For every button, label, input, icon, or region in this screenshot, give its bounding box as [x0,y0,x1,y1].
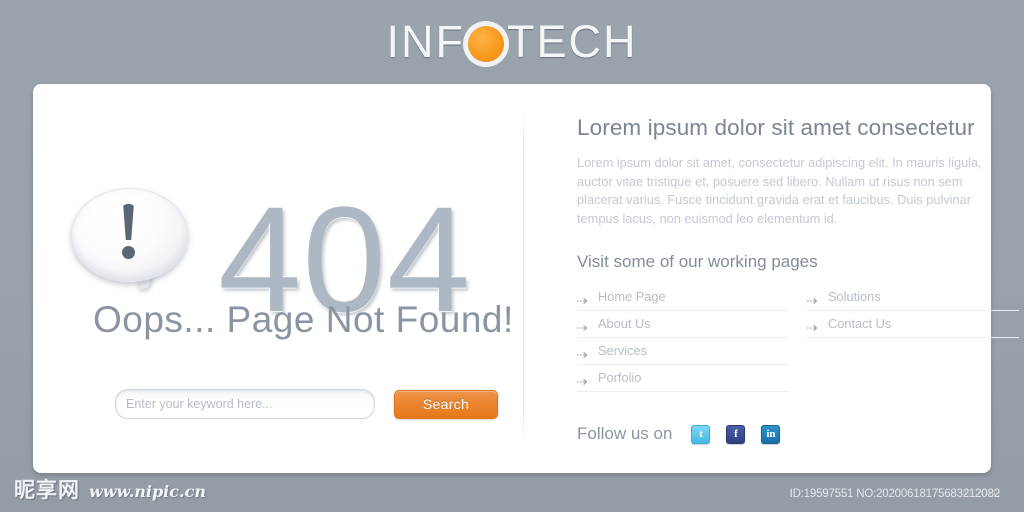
dashed-arrow-icon [807,293,818,305]
link-solutions[interactable]: Solutions [807,284,1019,312]
twitter-icon[interactable]: t [691,424,711,444]
social-icons: t f in [691,424,781,444]
link-contact-us[interactable]: Contact Us [807,311,1019,339]
follow-us-label: Follow us on [577,424,673,443]
logo-text-left: INF [386,16,465,67]
logo-text-right: TECH [507,16,638,67]
watermark-brand: 昵享网 www.nipic.cn [14,474,206,504]
error-headline: Oops... Page Not Found! [93,299,514,340]
links-column-right: Solutions Contact Us [807,284,1019,392]
links-column-left: Home Page About Us Services Porfolio [577,284,789,393]
link-home-page[interactable]: Home Page [577,284,789,312]
watermark-id-text: ID:19597551 NO:20200618175683212082 [785,487,1004,501]
info-title: Lorem ipsum dolor sit amet consectetur [577,115,975,140]
facebook-icon[interactable]: f [726,424,746,444]
links-subtitle: Visit some of our working pages [577,252,818,272]
link-label: Home Page [598,288,666,304]
error-panel: 404 Oops... Page Not Found! Search [33,84,523,473]
link-about-us[interactable]: About Us [577,311,789,339]
page-background: INF TECH 404 Oops... Page Not Found! Ent… [0,0,1024,512]
dashed-arrow-icon [807,320,818,332]
link-label: Porfolio [598,369,642,385]
exclamation-stem [123,204,134,240]
info-panel: Lorem ipsum dolor sit amet consectetur L… [523,84,1024,473]
link-label: About Us [598,315,651,331]
dashed-arrow-icon [577,347,588,359]
main-card: 404 Oops... Page Not Found! Search Lorem… [33,84,1019,473]
dashed-arrow-icon [577,320,588,332]
dashed-arrow-icon [577,374,588,386]
search-button[interactable]: Search [394,389,498,419]
linkedin-icon[interactable]: in [761,424,781,444]
watermark-brand-url: www.nipic.cn [89,482,206,501]
exclamation-speech-bubble-icon [71,188,191,298]
link-label: Solutions [828,288,881,304]
follow-us-section: Follow us on t f in [577,424,781,444]
link-label: Services [598,342,648,358]
search-form: Search [115,389,498,419]
site-header: INF TECH [0,0,1024,84]
orange-circle-o-icon [468,26,504,62]
link-label: Contact Us [828,315,892,331]
search-input[interactable] [115,389,375,419]
exclamation-mark [120,204,137,259]
link-services[interactable]: Services [577,338,789,366]
dashed-arrow-icon [577,293,588,305]
working-pages-links: Home Page About Us Services Porfolio Sol… [577,284,1019,393]
watermark-brand-cn: 昵享网 [14,478,80,502]
link-porfolio[interactable]: Porfolio [577,365,789,393]
site-logo[interactable]: INF TECH [387,16,638,68]
info-paragraph: Lorem ipsum dolor sit amet, consectetur … [577,155,982,226]
exclamation-dot [122,246,135,259]
